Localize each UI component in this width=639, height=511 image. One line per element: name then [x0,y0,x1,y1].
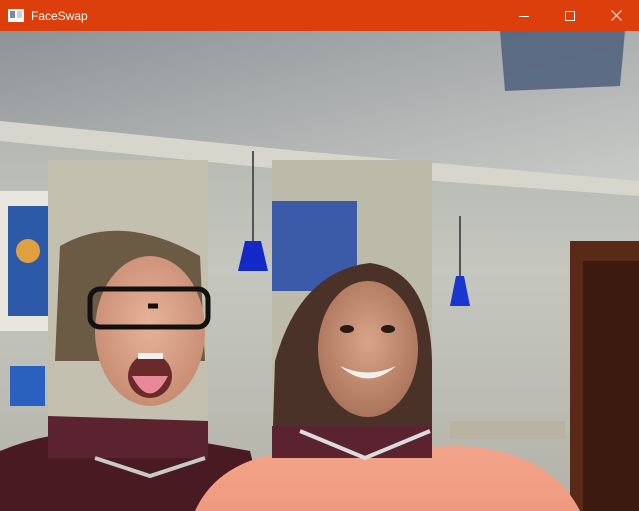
maximize-button[interactable] [547,0,593,31]
door [583,261,639,511]
monitor [10,366,45,406]
window-controls [501,0,639,31]
app-window-icon [8,9,24,22]
ceiling-vent [500,31,625,91]
window-title: FaceSwap [31,8,88,23]
video-frame [0,31,639,511]
webcam-video-canvas[interactable] [0,31,639,511]
maximize-icon [565,10,575,21]
close-icon [610,10,622,21]
face-swap-region-1 [48,160,211,479]
close-button[interactable] [593,0,639,31]
minimize-button[interactable] [501,0,547,31]
minimize-icon [519,15,529,17]
painting-left-detail [16,239,40,263]
counter [450,421,565,439]
title-bar[interactable]: FaceSwap [0,0,639,31]
faceswap-window: FaceSwap [0,0,639,511]
face-swap-region-2 [272,160,432,461]
